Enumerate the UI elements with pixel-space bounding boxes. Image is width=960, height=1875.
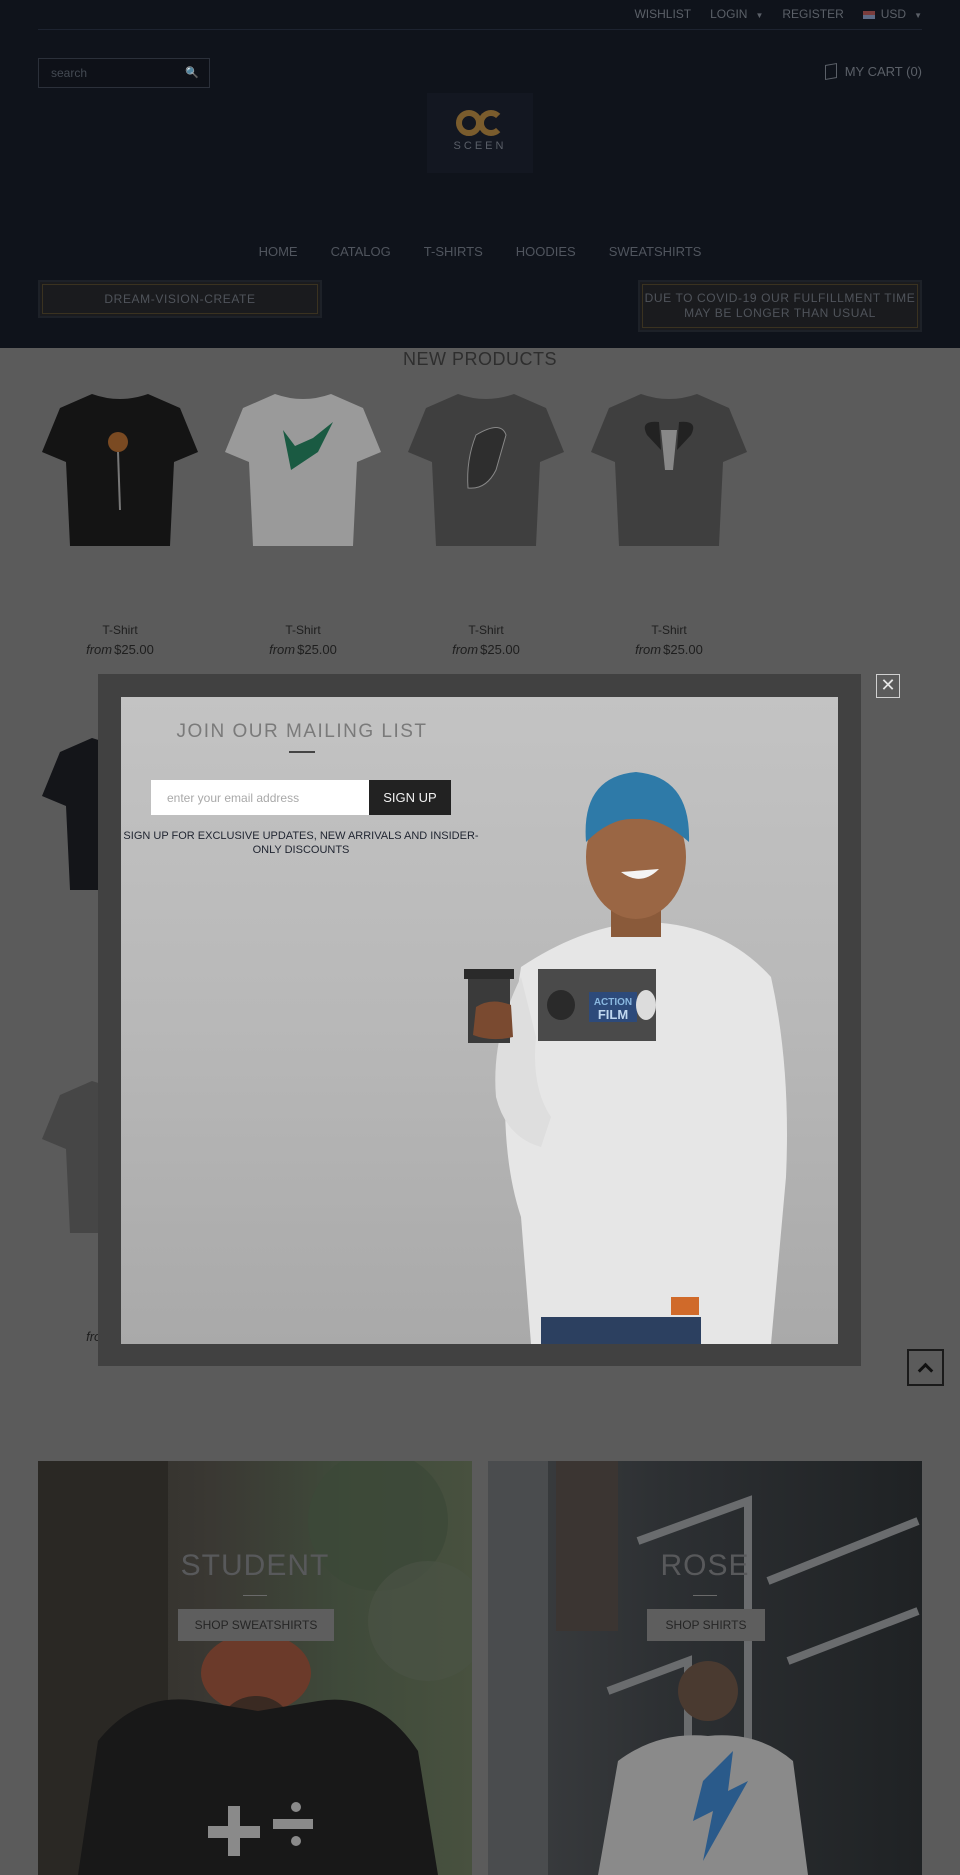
product-price: from$25.00 [40,642,200,657]
collection-banner-student[interactable]: STUDENT SHOP SWEATSHIRTS [38,1461,472,1875]
login-dropdown[interactable]: LOGIN ▼ [710,7,763,21]
search-icon[interactable]: 🔍 [185,66,199,79]
sign-up-button[interactable]: SIGN UP [369,780,451,815]
product-card[interactable]: T-Shirt from $25.00 [589,390,749,657]
us-flag-icon [862,10,875,19]
login-label: LOGIN [710,7,748,21]
svg-text:FILM: FILM [598,1007,628,1022]
product-card[interactable]: T-Shirt from $25.00 [406,390,566,657]
title-divider [693,1595,717,1596]
collection-title-student: STUDENT [180,1549,330,1582]
rose-photo [488,1461,920,1875]
site-logo[interactable]: SCEEN [427,93,533,173]
tshirt-icon [42,394,198,546]
register-link[interactable]: REGISTER [782,7,843,21]
covid-notice-text: DUE TO COVID-19 OUR FULFILLMENT TIME MAY… [642,284,918,328]
product-name[interactable]: T-Shirt [406,623,566,637]
chevron-down-icon: ▼ [755,11,764,20]
product-name[interactable]: T-Shirt [223,623,383,637]
tshirt-icon [591,394,747,546]
product-name[interactable]: T-Shirt [589,623,749,637]
promo-banner-covid-notice: DUE TO COVID-19 OUR FULFILLMENT TIME MAY… [638,280,922,332]
nav-t-shirts[interactable]: T-SHIRTS [424,244,483,259]
price-value: $25.00 [480,642,520,657]
cart-link[interactable]: MY CART (0) [824,62,922,81]
chevron-down-icon: ▼ [914,11,922,20]
newsletter-modal: JOIN OUR MAILING LIST SIGN UP SIGN UP FO… [121,697,838,1344]
nav-catalog[interactable]: CATALOG [331,244,391,259]
wishlist-link[interactable]: WISHLIST [634,7,691,21]
price-value: $25.00 [663,642,703,657]
site-header: WISHLIST LOGIN ▼ REGISTER USD ▼ 🔍 MY CART … [0,0,960,348]
close-icon: ✕ [880,675,896,695]
title-divider [243,1595,267,1596]
product-image[interactable] [589,390,749,550]
student-photo [38,1461,472,1875]
collection-title-rose: ROSE [660,1549,750,1582]
product-card[interactable]: T-Shirt from $25.00 [40,390,200,657]
search-input[interactable] [39,59,179,87]
logo-c [478,110,504,136]
logo-text: SCEEN [453,140,507,152]
price-prefix: from [86,642,113,657]
tshirt-icon [225,394,381,546]
chevron-up-icon [917,1362,934,1379]
email-input[interactable] [151,780,369,815]
price-prefix: from [452,642,479,657]
logo-mark [427,110,533,136]
price-prefix: from [269,642,296,657]
cart-label: MY CART (0) [844,64,922,79]
product-name[interactable]: T-Shirt [40,623,200,637]
cart-box-icon [824,62,837,81]
nav-hoodies[interactable]: HOODIES [516,244,576,259]
modal-model-photo: ACTION FILM [464,772,787,1344]
nav-sweatshirts[interactable]: SWEATSHIRTS [609,244,702,259]
collection-banner-rose[interactable]: ROSE SHOP SHIRTS [488,1461,922,1875]
scroll-to-top-button[interactable] [907,1349,944,1386]
product-image[interactable] [406,390,566,550]
price-value: $25.00 [114,642,154,657]
promo-slogan-text: DREAM-VISION-CREATE [42,284,318,314]
close-modal-button[interactable]: ✕ [876,674,900,698]
top-bar: WISHLIST LOGIN ▼ REGISTER USD ▼ [38,0,922,30]
modal-title-divider [289,751,315,753]
main-nav: HOME CATALOG T-SHIRTS HOODIES SWEATSHIRT… [0,244,960,259]
product-image[interactable] [223,390,383,550]
shop-sweatshirts-button[interactable]: SHOP SWEATSHIRTS [178,1609,334,1641]
product-price: from$25.00 [406,642,566,657]
search-box: 🔍 [38,58,210,88]
product-image[interactable] [40,390,200,550]
promo-banner-slogan: DREAM-VISION-CREATE [38,280,322,318]
product-price: from$25.00 [589,642,749,657]
currency-selector[interactable]: USD ▼ [862,7,922,21]
currency-label: USD [880,7,907,21]
price-prefix: from [635,642,662,657]
modal-title: JOIN OUR MAILING LIST [176,721,428,742]
nav-home[interactable]: HOME [259,244,298,259]
price-value: $25.00 [297,642,337,657]
tshirt-icon [408,394,564,546]
section-title-new-products: NEW PRODUCTS [403,349,557,369]
product-card[interactable]: T-Shirt from $25.00 [223,390,383,657]
product-price: from$25.00 [223,642,383,657]
modal-subtitle: SIGN UP FOR EXCLUSIVE UPDATES, NEW ARRIV… [123,830,479,856]
shop-shirts-button[interactable]: SHOP SHIRTS [647,1609,765,1641]
